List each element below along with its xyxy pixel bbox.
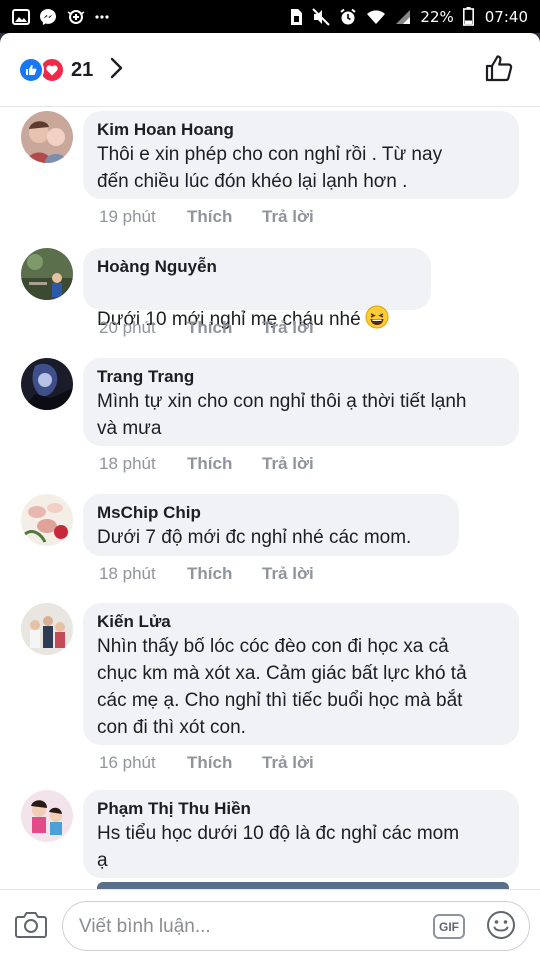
like-post-button[interactable] bbox=[482, 53, 516, 87]
camera-button[interactable] bbox=[14, 910, 48, 942]
avatar[interactable] bbox=[21, 603, 73, 655]
comment-author[interactable]: Trang Trang bbox=[97, 366, 505, 388]
comment-text: Thôi e xin phép cho con nghỉ rồi . Từ na… bbox=[97, 144, 443, 192]
comments-sheet: 21 Kim Hoan Hoang Thôi e xin phép cho co… bbox=[0, 33, 540, 960]
like-comment-button[interactable]: Thích bbox=[187, 753, 262, 773]
comment-bubble[interactable]: Kim Hoan Hoang Thôi e xin phép cho con n… bbox=[83, 111, 519, 199]
gallery-icon bbox=[12, 8, 30, 25]
like-reaction-icon bbox=[18, 57, 44, 83]
wifi-icon bbox=[366, 9, 386, 25]
alarm-icon bbox=[339, 8, 357, 26]
comment-input-box[interactable]: GIF bbox=[62, 901, 530, 951]
comment-actions: 20 phút Thích Trả lời bbox=[99, 318, 314, 338]
reactions-summary[interactable]: 21 bbox=[18, 55, 123, 85]
clock: 07:40 bbox=[484, 7, 528, 26]
status-right: 22% 07:40 bbox=[289, 7, 528, 26]
comments-list: Kim Hoan Hoang Thôi e xin phép cho con n… bbox=[0, 107, 540, 889]
comment-actions: 18 phút Thích Trả lời bbox=[99, 454, 314, 474]
emoji-icon bbox=[486, 910, 516, 945]
avatar[interactable] bbox=[21, 111, 73, 163]
reactions-header: 21 bbox=[0, 33, 540, 107]
battery-icon bbox=[462, 7, 474, 26]
reply-comment-button[interactable]: Trả lời bbox=[262, 564, 314, 584]
comment-author[interactable]: Phạm Thị Thu Hiền bbox=[97, 798, 505, 820]
sim-icon bbox=[289, 8, 303, 26]
comment-attached-image[interactable] bbox=[97, 882, 509, 889]
avatar[interactable] bbox=[21, 494, 73, 546]
status-left bbox=[12, 8, 109, 26]
comment-author[interactable]: Kim Hoan Hoang bbox=[97, 119, 505, 141]
comment-bubble[interactable]: MsChip Chip Dưới 7 độ mới đc nghỉ nhé cá… bbox=[83, 494, 459, 556]
avatar[interactable] bbox=[21, 248, 73, 300]
comment-bubble[interactable]: Hoàng Nguyễn Dưới 10 mới nghỉ mẹ cháu nh… bbox=[83, 248, 431, 330]
comment-time: 20 phút bbox=[99, 318, 156, 337]
thumbs-up-icon bbox=[484, 53, 514, 88]
comment-bubble[interactable]: Phạm Thị Thu Hiền Hs tiểu học dưới 10 độ… bbox=[83, 790, 519, 878]
avatar[interactable] bbox=[21, 358, 73, 410]
reply-comment-button[interactable]: Trả lời bbox=[262, 318, 314, 338]
comment-time: 19 phút bbox=[99, 207, 156, 226]
signal-icon bbox=[395, 9, 411, 25]
laughing-emoji-icon bbox=[365, 305, 389, 337]
like-comment-button[interactable]: Thích bbox=[187, 318, 262, 338]
status-bar: 22% 07:40 bbox=[0, 0, 540, 33]
comment-actions: 16 phút Thích Trả lời bbox=[99, 753, 314, 773]
reply-comment-button[interactable]: Trả lời bbox=[262, 207, 314, 227]
avatar[interactable] bbox=[21, 790, 73, 842]
reaction-count: 21 bbox=[71, 58, 94, 81]
messenger-icon bbox=[39, 8, 57, 26]
like-comment-button[interactable]: Thích bbox=[187, 454, 262, 474]
comment-bubble[interactable]: Trang Trang Mình tự xin cho con nghỉ thô… bbox=[83, 358, 519, 446]
comment-bubble[interactable]: Kiến Lửa Nhìn thấy bố lóc cóc đèo con đi… bbox=[83, 603, 519, 745]
comment-time: 18 phút bbox=[99, 564, 156, 583]
comment-time: 16 phút bbox=[99, 753, 156, 772]
gif-button[interactable]: GIF bbox=[433, 914, 465, 939]
comment-text: Dưới 7 độ mới đc nghỉ nhé các mom. bbox=[97, 527, 412, 548]
like-comment-button[interactable]: Thích bbox=[187, 564, 262, 584]
data-saver-icon bbox=[66, 8, 86, 26]
comment-actions: 18 phút Thích Trả lời bbox=[99, 564, 314, 584]
comment-text: Hs tiểu học dưới 10 độ là đc nghỉ các mo… bbox=[97, 823, 460, 871]
comment-text: Mình tự xin cho con nghỉ thôi ạ thời tiế… bbox=[97, 391, 467, 439]
more-dots-icon bbox=[95, 14, 109, 20]
comment-composer: GIF bbox=[0, 889, 540, 960]
camera-icon bbox=[15, 910, 47, 943]
mute-icon bbox=[312, 7, 331, 26]
comment-time: 18 phút bbox=[99, 454, 156, 473]
like-comment-button[interactable]: Thích bbox=[187, 207, 262, 227]
comment-author[interactable]: MsChip Chip bbox=[97, 502, 445, 524]
comment-text: Nhìn thấy bố lóc cóc đèo con đi học xa c… bbox=[97, 636, 467, 738]
emoji-button[interactable] bbox=[485, 910, 517, 945]
comment-author[interactable]: Kiến Lửa bbox=[97, 611, 505, 633]
reply-comment-button[interactable]: Trả lời bbox=[262, 454, 314, 474]
reply-comment-button[interactable]: Trả lời bbox=[262, 753, 314, 773]
comment-actions: 19 phút Thích Trả lời bbox=[99, 207, 314, 227]
comment-input[interactable] bbox=[77, 912, 421, 942]
comment-author[interactable]: Hoàng Nguyễn bbox=[97, 256, 417, 278]
battery-text: 22% bbox=[420, 7, 454, 26]
chevron-right-icon bbox=[109, 57, 123, 84]
